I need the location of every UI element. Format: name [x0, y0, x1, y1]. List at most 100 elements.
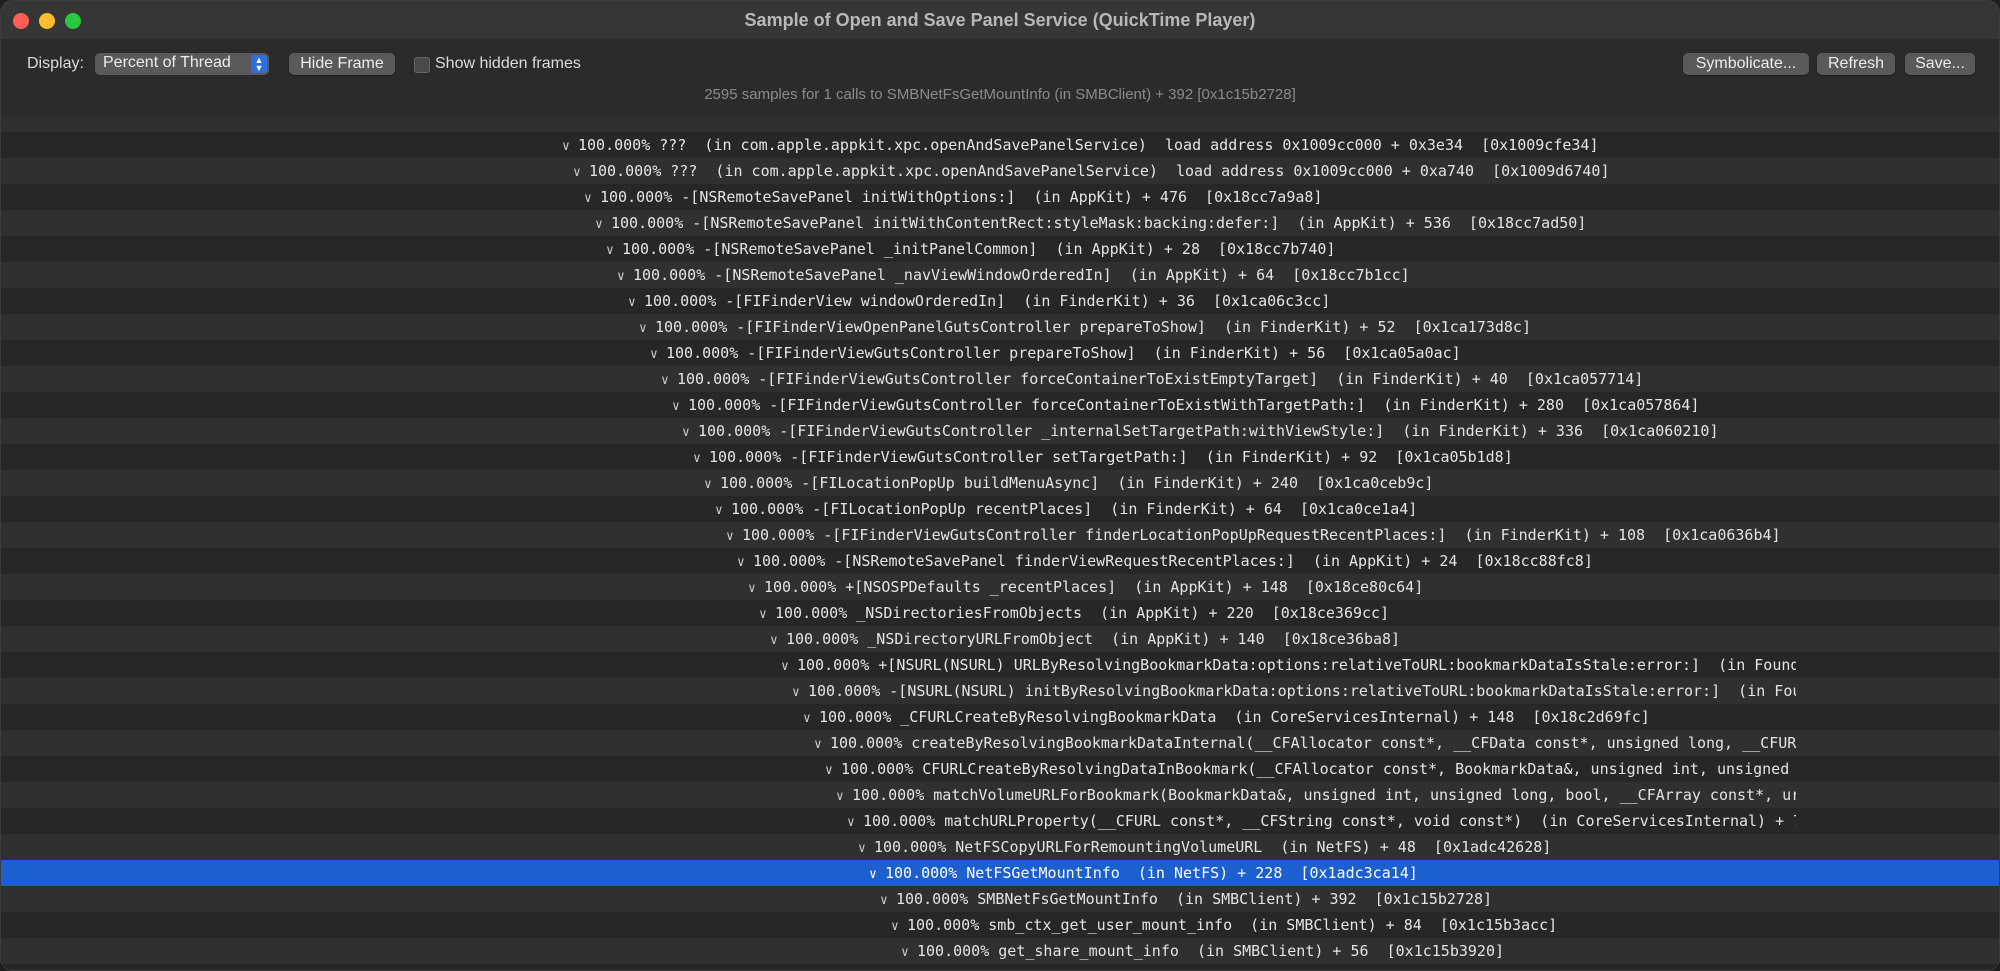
call-tree-row-content: ∨ 100.000% -[FIFinderViewGutsController f… — [672, 392, 1796, 418]
disclosure-chevron-icon[interactable]: ∨ — [737, 550, 753, 574]
call-tree-row[interactable]: ∨ 100.000% NetFSGetMountInfo (in NetFS) +… — [1, 860, 1999, 886]
disclosure-chevron-icon[interactable]: ∨ — [891, 914, 907, 938]
call-tree-row-content: ∨ 100.000% ??? (in com.apple.appkit.xpc.o… — [562, 132, 1796, 158]
call-tree-row-content: ∨ 100.000% -[FILocationPopUp buildMenuAsy… — [704, 470, 1796, 496]
call-tree[interactable]: ∨ 100.000% ??? (in com.apple.appkit.xpc.o… — [1, 117, 1999, 970]
call-tree-row-label: 100.000% -[FIFinderViewGutsController fo… — [677, 370, 1644, 388]
call-tree-row-content: ∨ 100.000% matchURLProperty(__CFURL const… — [847, 808, 1796, 834]
disclosure-chevron-icon[interactable]: ∨ — [803, 706, 819, 730]
call-tree-row[interactable]: ∨ 100.000% -[NSRemoteSavePanel initWithOp… — [1, 184, 1999, 210]
show-hidden-frames-checkbox[interactable] — [414, 57, 430, 73]
call-tree-row[interactable]: ∨ 100.000% NetFSCopyURLForRemountingVolum… — [1, 834, 1999, 860]
call-tree-row[interactable]: ∨ 100.000% ??? (in com.apple.appkit.xpc.o… — [1, 132, 1999, 158]
disclosure-chevron-icon[interactable]: ∨ — [595, 212, 611, 236]
disclosure-chevron-icon[interactable]: ∨ — [726, 524, 742, 548]
symbolicate-button[interactable]: Symbolicate... — [1683, 53, 1809, 75]
call-tree-row[interactable]: ∨ 100.000% -[FIFinderViewGutsController p… — [1, 340, 1999, 366]
disclosure-chevron-icon[interactable]: ∨ — [682, 420, 698, 444]
disclosure-chevron-icon[interactable]: ∨ — [869, 862, 885, 886]
call-tree-row[interactable]: ∨ 100.000% -[NSURL(NSURL) initByResolving… — [1, 678, 1999, 704]
call-tree-row-content: ∨ 100.000% -[FIFinderViewGutsController s… — [693, 444, 1796, 470]
call-tree-row[interactable]: ∨ 100.000% get_share_mount_info (in SMBCl… — [1, 938, 1999, 964]
call-tree-row-label: 100.000% get_share_mount_info (in SMBCli… — [917, 942, 1504, 960]
call-tree-row[interactable]: ∨ 100.000% ??? (in com.apple.appkit.xpc.o… — [1, 158, 1999, 184]
disclosure-chevron-icon[interactable]: ∨ — [847, 810, 863, 834]
disclosure-chevron-icon[interactable]: ∨ — [781, 654, 797, 678]
call-tree-row[interactable]: ∨ 100.000% -[FILocationPopUp recentPlaces… — [1, 496, 1999, 522]
call-tree-row-label: 100.000% NetFSGetMountInfo (in NetFS) + … — [885, 864, 1418, 882]
disclosure-chevron-icon[interactable]: ∨ — [901, 940, 917, 964]
call-tree-row-label: 100.000% -[NSRemoteSavePanel initWithCon… — [611, 214, 1587, 232]
call-tree-row[interactable]: ∨ 100.000% -[FIFinderView windowOrderedIn… — [1, 288, 1999, 314]
call-tree-row-label: 100.000% -[NSRemoteSavePanel initWithOpt… — [600, 188, 1323, 206]
disclosure-chevron-icon[interactable]: ∨ — [814, 732, 830, 756]
call-tree-row[interactable]: ∨ 100.000% _CFURLCreateByResolvingBookmar… — [1, 704, 1999, 730]
call-tree-row[interactable]: ∨ 100.000% smb_ctx_get_user_mount_info (i… — [1, 912, 1999, 938]
title-bar: Sample of Open and Save Panel Service (Q… — [1, 1, 1999, 40]
call-tree-row[interactable]: ∨ 100.000% matchURLProperty(__CFURL const… — [1, 808, 1999, 834]
disclosure-chevron-icon[interactable]: ∨ — [639, 316, 655, 340]
call-tree-row-label: 100.000% +[NSURL(NSURL) URLByResolvingBo… — [797, 656, 1796, 674]
call-tree-row-label: 100.000% -[FILocationPopUp buildMenuAsyn… — [720, 474, 1434, 492]
call-tree-row[interactable]: ∨ 100.000% -[NSRemoteSavePanel finderView… — [1, 548, 1999, 574]
call-tree-row[interactable]: ∨ 100.000% -[NSRemoteSavePanel _navViewWi… — [1, 262, 1999, 288]
disclosure-chevron-icon[interactable]: ∨ — [672, 394, 688, 418]
call-tree-row[interactable]: ∨ 100.000% -[NSRemoteSavePanel initWithCo… — [1, 210, 1999, 236]
call-tree-row-label: 100.000% -[FIFinderViewGutsController _i… — [698, 422, 1719, 440]
disclosure-chevron-icon[interactable]: ∨ — [759, 602, 775, 626]
disclosure-chevron-icon[interactable]: ∨ — [573, 160, 589, 184]
save-button[interactable]: Save... — [1905, 53, 1975, 75]
call-tree-row-label: 100.000% -[FIFinderViewGutsController fo… — [688, 396, 1700, 414]
call-tree-row[interactable]: ∨ 100.000% -[FIFinderViewOpenPanelGutsCon… — [1, 314, 1999, 340]
call-tree-row-content: ∨ 100.000% -[FIFinderViewGutsController f… — [726, 522, 1796, 548]
hide-frame-button[interactable]: Hide Frame — [289, 53, 395, 75]
call-tree-row[interactable]: ∨ 100.000% _NSDirectoryURLFromObject (in … — [1, 626, 1999, 652]
disclosure-chevron-icon[interactable]: ∨ — [693, 446, 709, 470]
call-tree-row[interactable]: ∨ 100.000% -[FIFinderViewGutsController _… — [1, 418, 1999, 444]
disclosure-chevron-icon[interactable]: ∨ — [628, 290, 644, 314]
call-tree-row-content: ∨ 100.000% -[NSRemoteSavePanel finderView… — [737, 548, 1796, 574]
call-tree-row[interactable]: ∨ 100.000% -[FIFinderViewGutsController f… — [1, 392, 1999, 418]
call-tree-row-content: ∨ 100.000% +[NSURL(NSURL) URLByResolvingB… — [781, 652, 1796, 678]
call-tree-row-content: ∨ 100.000% createByResolvingBookmarkDataI… — [814, 730, 1796, 756]
window-title: Sample of Open and Save Panel Service (Q… — [744, 10, 1256, 30]
disclosure-chevron-icon[interactable]: ∨ — [792, 680, 808, 704]
call-tree-row[interactable]: ∨ 100.000% +[NSOSPDefaults _recentPlaces]… — [1, 574, 1999, 600]
disclosure-chevron-icon[interactable]: ∨ — [836, 784, 852, 808]
call-tree-row[interactable]: ∨ 100.000% matchVolumeURLForBookmark(Book… — [1, 782, 1999, 808]
call-tree-row[interactable]: ∨ 100.000% -[FIFinderViewGutsController s… — [1, 444, 1999, 470]
call-tree-row[interactable]: ∨ 100.000% _NSDirectoriesFromObjects (in … — [1, 600, 1999, 626]
disclosure-chevron-icon[interactable]: ∨ — [880, 888, 896, 912]
call-tree-row-content: ∨ 100.000% SMBNetFsGetMountInfo (in SMBCl… — [880, 886, 1796, 912]
call-tree-row[interactable]: ∨ 100.000% +[NSURL(NSURL) URLByResolvingB… — [1, 652, 1999, 678]
call-tree-row[interactable]: ∨ 100.000% SMBNetFsGetMountInfo (in SMBCl… — [1, 886, 1999, 912]
call-tree-row[interactable]: ∨ 100.000% CFURLCreateByResolvingDataInBo… — [1, 756, 1999, 782]
call-tree-row-label: 100.000% -[FIFinderViewOpenPanelGutsCont… — [655, 318, 1531, 336]
call-tree-row[interactable] — [1, 117, 1999, 132]
disclosure-chevron-icon[interactable]: ∨ — [715, 498, 731, 522]
disclosure-chevron-icon[interactable]: ∨ — [562, 134, 578, 158]
call-tree-row-content: ∨ 100.000% -[NSURL(NSURL) initByResolving… — [792, 678, 1796, 704]
call-tree-row-content: ∨ 100.000% -[FILocationPopUp recentPlaces… — [715, 496, 1796, 522]
disclosure-chevron-icon[interactable]: ∨ — [748, 576, 764, 600]
disclosure-chevron-icon[interactable]: ∨ — [584, 186, 600, 210]
call-tree-row[interactable]: ∨ 100.000% createByResolvingBookmarkDataI… — [1, 730, 1999, 756]
call-tree-row-content: ∨ 100.000% NetFSGetMountInfo (in NetFS) +… — [869, 860, 1796, 886]
disclosure-chevron-icon[interactable]: ∨ — [617, 264, 633, 288]
refresh-button[interactable]: Refresh — [1817, 53, 1895, 75]
disclosure-chevron-icon[interactable]: ∨ — [825, 758, 841, 782]
disclosure-chevron-icon[interactable]: ∨ — [606, 238, 622, 262]
call-tree-row-content: ∨ 100.000% ??? (in com.apple.appkit.xpc.o… — [573, 158, 1796, 184]
display-popup[interactable]: Percent of Thread ▲ ▼ — [95, 53, 269, 75]
call-tree-row[interactable]: ∨ 100.000% -[NSRemoteSavePanel _initPanel… — [1, 236, 1999, 262]
call-tree-row[interactable]: ∨ 100.000% -[FIFinderViewGutsController f… — [1, 522, 1999, 548]
disclosure-chevron-icon[interactable]: ∨ — [770, 628, 786, 652]
call-tree-row[interactable]: 100.000% fsctl (in libsystem_kernel.dyli… — [1, 964, 1999, 970]
call-tree-row[interactable]: ∨ 100.000% -[FILocationPopUp buildMenuAsy… — [1, 470, 1999, 496]
disclosure-chevron-icon[interactable]: ∨ — [650, 342, 666, 366]
call-tree-row-content: ∨ 100.000% +[NSOSPDefaults _recentPlaces]… — [748, 574, 1796, 600]
disclosure-chevron-icon[interactable]: ∨ — [661, 368, 677, 392]
call-tree-row[interactable]: ∨ 100.000% -[FIFinderViewGutsController f… — [1, 366, 1999, 392]
disclosure-chevron-icon[interactable]: ∨ — [704, 472, 720, 496]
disclosure-chevron-icon[interactable]: ∨ — [858, 836, 874, 860]
